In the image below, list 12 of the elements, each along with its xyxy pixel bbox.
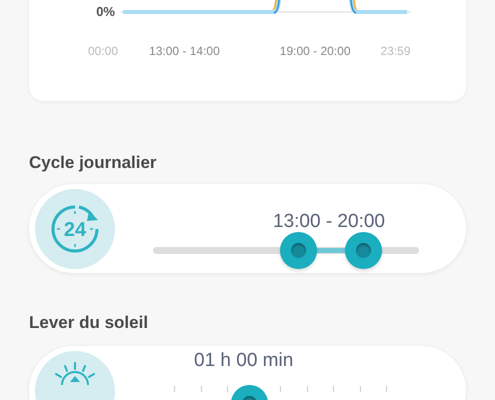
axis-label: 23:59: [380, 43, 411, 60]
section-heading: Lever du soleil: [29, 313, 150, 334]
sunrise-icon: [53, 360, 97, 385]
axis-label: 19:00 - 20:00: [280, 43, 350, 60]
axis-label: 0%: [95, 5, 115, 18]
section-heading: Cycle journalier: [29, 153, 158, 174]
slider-handle[interactable]: [280, 232, 317, 269]
axis-label: 00:00: [88, 43, 118, 60]
slider-value: 01 h 00 min: [194, 350, 294, 370]
axis-label: 13:00 - 14:00: [149, 43, 220, 60]
range-value: 13:00 - 20:00: [273, 212, 385, 231]
slider-handle[interactable]: [345, 232, 382, 269]
